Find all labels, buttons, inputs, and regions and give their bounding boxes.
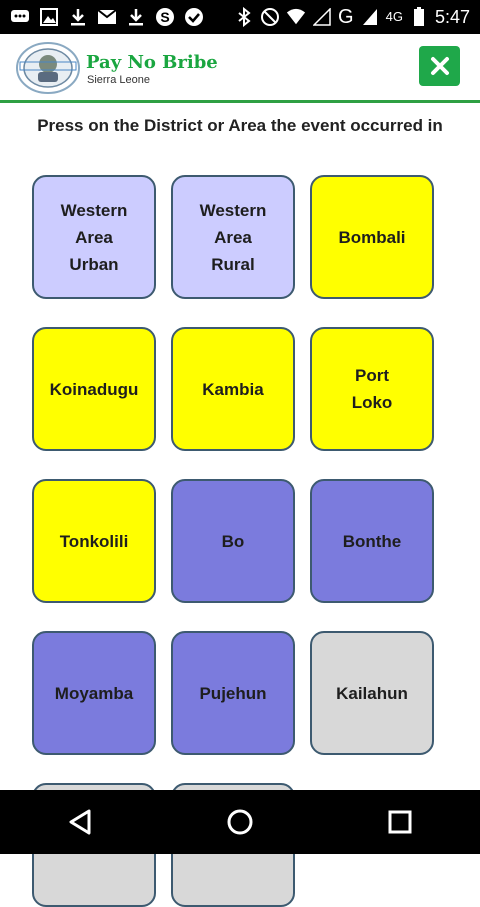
district-label: Koinadugu (49, 379, 139, 399)
download-icon (126, 7, 146, 27)
district-tile-bo[interactable]: Bo (171, 479, 295, 603)
app-subtitle: Sierra Leone (87, 74, 150, 86)
mail-icon (97, 7, 117, 27)
app-bar: Pay No Bribe Sierra Leone (0, 34, 480, 103)
district-label: Western Area Urban (60, 200, 128, 274)
clock: 5:47 (434, 6, 470, 27)
district-tile-kambia[interactable]: Kambia (171, 327, 295, 451)
lte-top-label: 4G (385, 9, 403, 24)
check-icon (184, 7, 204, 27)
signal-icon (312, 7, 332, 27)
district-label: Pujehun (199, 683, 267, 703)
svg-text:S: S (160, 9, 169, 25)
district-tile-tonkolili[interactable]: Tonkolili (32, 479, 156, 603)
district-tile-western-area-urban[interactable]: Western Area Urban (32, 175, 156, 299)
wifi-icon (286, 7, 306, 27)
district-tile-moyamba[interactable]: Moyamba (32, 631, 156, 755)
district-label: Moyamba (54, 683, 134, 703)
district-label: Tonkolili (59, 531, 129, 551)
app-title: Pay No Bribe (86, 52, 218, 73)
status-bar-system: G 4G 5:47 (234, 6, 480, 29)
instruction-text: Press on the District or Area the event … (37, 116, 443, 135)
district-label: Bombali (338, 227, 406, 247)
district-tile-port-loko[interactable]: Port Loko (310, 327, 434, 451)
district-label: Bonthe (342, 531, 402, 551)
do-not-disturb-icon (260, 7, 280, 27)
district-tile-pujehun[interactable]: Pujehun (171, 631, 295, 755)
district-label: Bo (221, 531, 245, 551)
app-logo (16, 42, 80, 94)
back-button[interactable] (50, 792, 110, 852)
back-triangle-icon (69, 809, 91, 835)
district-label: Western Area Rural (199, 200, 267, 274)
close-icon (430, 57, 449, 75)
network-type-label: G (338, 5, 354, 28)
close-button[interactable] (419, 46, 460, 86)
recents-square-icon (388, 810, 412, 834)
district-tile-bombali[interactable]: Bombali (310, 175, 434, 299)
skype-icon: S (155, 7, 175, 27)
district-tile-kailahun[interactable]: Kailahun (310, 631, 434, 755)
chat-icon (10, 7, 30, 27)
district-tile-western-area-rural[interactable]: Western Area Rural (171, 175, 295, 299)
district-label: Port Loko (351, 366, 393, 412)
image-icon (39, 7, 59, 27)
battery-icon (409, 7, 429, 27)
navigation-bar (0, 790, 480, 854)
district-label: Kailahun (336, 683, 408, 703)
district-tile-bonthe[interactable]: Bonthe (310, 479, 434, 603)
signal-icon (360, 7, 380, 27)
bluetooth-icon (234, 7, 254, 27)
district-label: Kambia (202, 379, 264, 399)
recents-button[interactable] (370, 792, 430, 852)
status-bar-notifications: S (0, 7, 204, 27)
lte-label: 4G (385, 9, 403, 24)
status-bar: S G 4G 5:47 (0, 0, 480, 34)
home-button[interactable] (210, 792, 270, 852)
download-icon (68, 7, 88, 27)
district-tile-koinadugu[interactable]: Koinadugu (32, 327, 156, 451)
home-circle-icon (227, 809, 253, 835)
